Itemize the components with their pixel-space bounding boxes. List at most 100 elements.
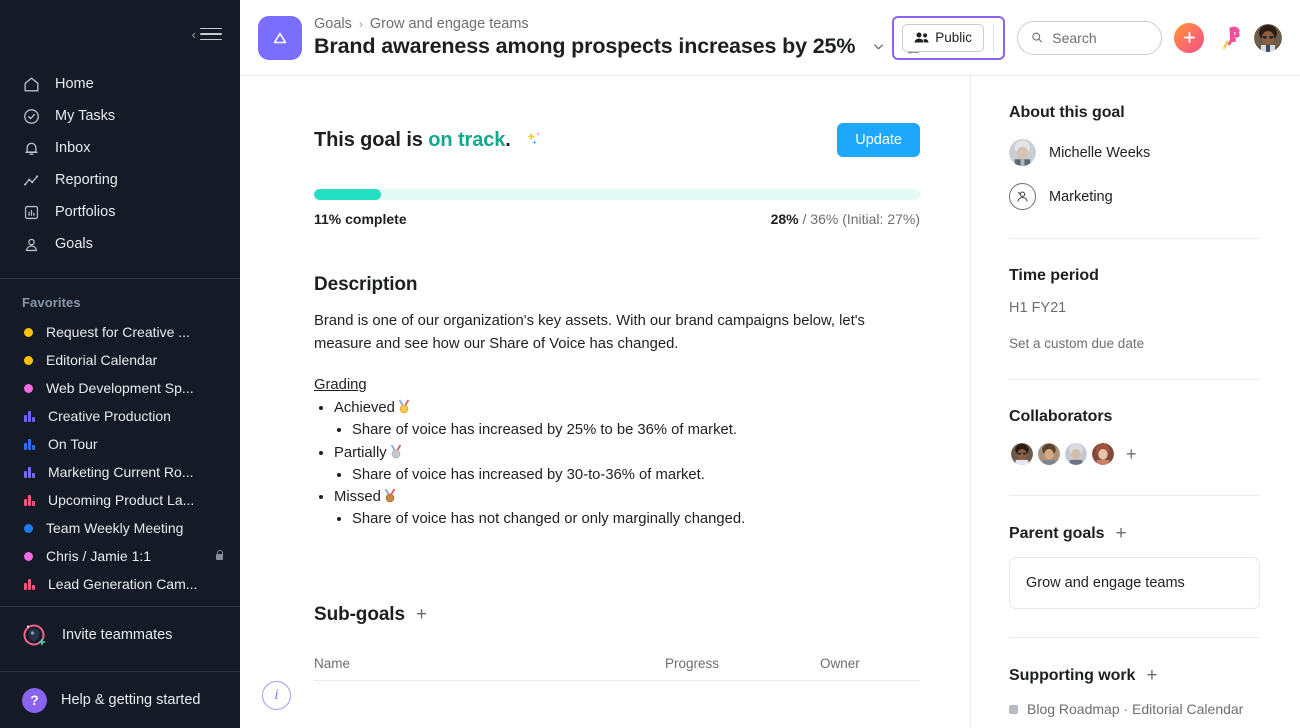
task-square-icon (1009, 704, 1018, 714)
sidebar-item-reporting[interactable]: Reporting (0, 164, 240, 196)
goal-team-row[interactable]: Marketing (1009, 183, 1260, 210)
collaborators-heading: Collaborators (1009, 408, 1113, 425)
goal-detail-column: This goal is on track. Update 11% comple… (240, 76, 970, 728)
collaborator-avatar[interactable] (1090, 441, 1116, 467)
metric-target: / 36% (Initial: 27%) (798, 211, 920, 227)
status-prefix: This goal is (314, 128, 429, 151)
column-header-name: Name (314, 655, 351, 671)
invite-teammates-button[interactable]: Invite teammates (0, 607, 240, 663)
goal-progress-bar (314, 189, 920, 200)
collapse-sidebar-button[interactable]: ‹ (192, 28, 222, 41)
parent-goals-heading: Parent goals (1009, 524, 1105, 542)
add-parent-goal-button[interactable]: + (1115, 524, 1126, 543)
favorite-item-label: Lead Generation Cam... (48, 576, 198, 592)
bird-mascot-icon[interactable] (1216, 24, 1242, 52)
search-box[interactable] (1017, 20, 1162, 55)
favorite-item-label: Chris / Jamie 1:1 (46, 548, 152, 564)
content-area: This goal is on track. Update 11% comple… (240, 76, 1300, 728)
description-paragraph: Brand is one of our organization's key a… (314, 313, 865, 352)
time-period-value[interactable]: H1 FY21 (1009, 300, 1260, 316)
help-getting-started-button[interactable]: ? Help & getting started (0, 672, 240, 728)
portfolio-icon (24, 205, 39, 219)
sidebar-item-home[interactable]: Home (0, 68, 240, 100)
goals-person-icon (25, 238, 38, 251)
favorite-item[interactable]: Team Weekly Meeting (0, 514, 240, 542)
people-icon (914, 32, 929, 43)
add-subgoal-button[interactable]: + (416, 605, 427, 624)
project-dot-icon (24, 551, 33, 561)
favorite-item[interactable]: Editorial Calendar (0, 346, 240, 374)
info-circle-icon[interactable]: i (262, 681, 291, 710)
team-people-icon (1009, 183, 1036, 210)
toolbar-divider (993, 23, 994, 52)
progress-complete-label: 11% complete (314, 211, 407, 227)
favorite-item[interactable]: Chris / Jamie 1:1 (0, 542, 240, 570)
portfolio-bars-icon (24, 410, 35, 422)
grading-detail: Share of voice has increased by 30-to-36… (352, 464, 920, 486)
subgoals-header: Sub-goals + (314, 604, 920, 626)
breadcrumb-current[interactable]: Grow and engage teams (370, 16, 529, 32)
update-button[interactable]: Update (837, 123, 920, 157)
search-input[interactable] (1052, 29, 1148, 46)
grading-label: Missed (334, 489, 381, 506)
search-icon (1032, 32, 1043, 43)
bell-icon (25, 142, 38, 155)
favorite-item[interactable]: Lead Generation Cam... (0, 570, 240, 598)
panel-divider-3 (1009, 495, 1260, 496)
parent-goal-card[interactable]: Grow and engage teams (1009, 557, 1260, 609)
column-header-owner: Owner (820, 655, 860, 671)
set-custom-due-date-link[interactable]: Set a custom due date (1009, 336, 1260, 351)
question-mark-icon: ? (22, 687, 47, 713)
collaborators-avatars: + (1009, 441, 1260, 467)
breadcrumb-root[interactable]: Goals (314, 16, 352, 32)
title-block: Goals › Grow and engage teams Brand awar… (314, 16, 921, 59)
collaborator-avatar[interactable] (1009, 441, 1035, 467)
chevron-down-icon[interactable] (865, 33, 891, 59)
portfolio-bars-icon (24, 494, 35, 506)
favorite-item[interactable]: Creative Production (0, 402, 240, 430)
collaborator-avatar[interactable] (1036, 441, 1062, 467)
favorite-item[interactable]: Request for Creative ... (0, 318, 240, 346)
create-button[interactable] (1174, 22, 1204, 53)
add-supporting-work-button[interactable]: + (1146, 666, 1157, 685)
invite-teammates-icon (22, 622, 48, 648)
goal-owner-row[interactable]: Michelle Weeks (1009, 139, 1260, 166)
sidebar-item-portfolios[interactable]: Portfolios (0, 196, 240, 228)
user-avatar[interactable] (1254, 23, 1282, 52)
goal-status-row: This goal is on track. Update (314, 123, 920, 157)
goal-status-text: This goal is on track. (314, 129, 544, 152)
subgoals-table-header: Name Progress Owner (314, 656, 920, 681)
favorite-item-label: Marketing Current Ro... (48, 464, 194, 480)
sidebar: ‹ Home My Tasks Inbox Reporting Portfoli… (0, 0, 240, 728)
favorite-item[interactable]: Marketing Current Ro... (0, 458, 240, 486)
chevron-left-icon: ‹ (191, 26, 196, 42)
sidebar-item-my-tasks[interactable]: My Tasks (0, 100, 240, 132)
favorite-item-label: On Tour (48, 436, 98, 452)
panel-divider-2 (1009, 379, 1260, 380)
sidebar-item-goals[interactable]: Goals (0, 228, 240, 260)
panel-divider-4 (1009, 637, 1260, 638)
main-area: Goals › Grow and engage teams Brand awar… (240, 0, 1300, 728)
sparkles-icon (524, 129, 544, 149)
supporting-work-heading: Supporting work (1009, 666, 1136, 684)
sidebar-item-label: Reporting (55, 172, 118, 188)
home-icon (24, 76, 39, 92)
favorite-item[interactable]: Web Development Sp... (0, 374, 240, 402)
goal-info-panel: About this goal Michelle Weeks Marketing… (970, 76, 1300, 728)
portfolio-bars-icon (24, 578, 35, 590)
sidebar-item-inbox[interactable]: Inbox (0, 132, 240, 164)
line-chart-icon (24, 174, 39, 186)
sidebar-item-label: Goals (55, 236, 93, 252)
supporting-work-item[interactable]: Blog Roadmap · Editorial Calendar (1009, 701, 1260, 717)
grading-item: Missed Share of voice has not changed or … (334, 486, 920, 531)
privacy-public-button[interactable]: Public (902, 23, 984, 52)
grading-item: Partially Share of voice has increased by… (334, 442, 920, 487)
portfolio-bars-icon (24, 466, 35, 478)
add-collaborator-button[interactable]: + (1126, 445, 1137, 463)
goal-metrics: 28% / 36% (Initial: 27%) (771, 211, 920, 227)
goal-owner-name: Michelle Weeks (1049, 144, 1151, 161)
sidebar-bottom: Invite teammates ? Help & getting starte… (0, 598, 240, 728)
favorite-item[interactable]: On Tour (0, 430, 240, 458)
collaborator-avatar[interactable] (1063, 441, 1089, 467)
favorite-item[interactable]: Upcoming Product La... (0, 486, 240, 514)
